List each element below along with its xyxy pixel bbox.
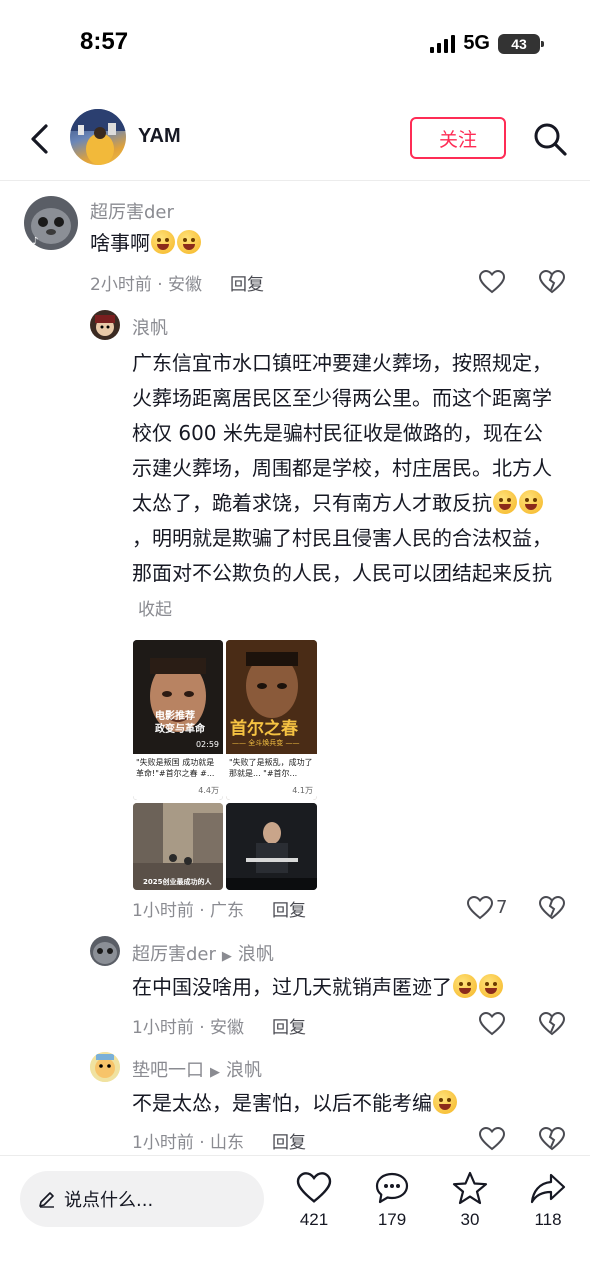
reply-author[interactable]: 垫吧一口 (132, 1060, 204, 1081)
reply-button[interactable]: 回复 (272, 1013, 306, 1038)
reply-arrow-icon: ▶ (210, 1065, 220, 1080)
media-overlay-subtitle: —— 全斗焕兵变 —— (232, 739, 300, 747)
comment-meta: 1小时前 · 安徽 回复 (132, 1013, 306, 1038)
media-thumbnail[interactable]: 电影推荐 政变与革命 02:59 "失败是叛国 成功就是革命!"#首尔之春 #.… (133, 640, 223, 800)
like-count: 421 (299, 1210, 329, 1229)
like-button[interactable] (466, 894, 494, 922)
thinking-emoji-icon (493, 490, 517, 514)
comment-username[interactable]: 超厉害der (90, 198, 174, 224)
dislike-button[interactable] (538, 1010, 566, 1038)
avatar[interactable]: ♪ (24, 196, 78, 250)
battery-icon: 43 (498, 33, 544, 54)
svg-text:♪: ♪ (32, 236, 38, 247)
heart-icon (479, 1012, 505, 1036)
media-overlay-title: 电影推荐 政变与革命 (155, 711, 205, 735)
like-button[interactable] (478, 1010, 506, 1038)
like-count: 7 (496, 897, 508, 918)
comment-meta: 1小时前 · 广东 回复 (132, 896, 306, 921)
media-thumbnail[interactable] (226, 803, 317, 890)
share-button[interactable]: 118 (518, 1168, 578, 1230)
comment-text: 不是太怂，是害怕，以后不能考编 (132, 1086, 458, 1121)
media-duration: 02:59 (195, 740, 219, 749)
broken-heart-icon (539, 270, 565, 294)
dislike-button[interactable] (538, 268, 566, 296)
heart-icon (479, 270, 505, 294)
status-bar: 8:57 5G 43 (0, 0, 590, 90)
media-thumbnail[interactable]: 首尔之春 —— 全斗焕兵变 —— "失败了是叛乱，成功了那就是... "#首尔.… (226, 640, 317, 800)
like-button[interactable] (478, 268, 506, 296)
reply-button[interactable]: 回复 (272, 896, 306, 921)
crying-laugh-emoji-icon (453, 974, 477, 998)
media-caption: "失败是叛国 成功就是革命!"#首尔之春 #... 4.4万 (133, 754, 223, 800)
crying-laugh-emoji-icon (479, 974, 503, 998)
relieved-emoji-icon (433, 1090, 457, 1114)
dislike-button[interactable] (538, 1125, 566, 1153)
comment-text: 广东信宜市水口镇旺冲要建火葬场，按照规定，火葬场距离居民区至少得两公里。而这个距… (132, 351, 552, 620)
broken-heart-icon (539, 1127, 565, 1151)
heart-icon (467, 896, 493, 920)
status-time: 8:57 (80, 28, 129, 55)
reply-author[interactable]: 超厉害der (132, 944, 216, 965)
top-nav: YAM 关注 (0, 105, 590, 173)
heart-icon (479, 1127, 505, 1151)
comment-count: 179 (377, 1210, 407, 1229)
media-overlay-title: 首尔之春 (230, 719, 298, 739)
share-count: 118 (534, 1210, 562, 1229)
search-icon (534, 123, 567, 156)
broken-heart-icon (539, 1012, 565, 1036)
comment-text: 啥事啊 (90, 226, 202, 261)
comment-text: 在中国没啥用，过几天就销声匿迹了 (132, 970, 504, 1005)
media-likes: 4.4万 (198, 786, 219, 795)
follow-button[interactable]: 关注 (410, 117, 506, 159)
reply-arrow-icon: ▶ (221, 949, 232, 964)
reply-target[interactable]: 浪帆 (238, 944, 274, 965)
search-button[interactable] (530, 119, 570, 159)
media-caption: "失败了是叛乱，成功了那就是... "#首尔... 4.1万 (226, 754, 317, 800)
network-label: 5G (463, 32, 490, 54)
chevron-left-icon (31, 124, 48, 154)
collapse-button[interactable]: 收起 (138, 600, 172, 620)
reply-target[interactable]: 浪帆 (226, 1060, 262, 1081)
confused-emoji-icon (519, 490, 543, 514)
status-indicators: 5G 43 (430, 32, 544, 55)
author-avatar[interactable] (70, 109, 126, 165)
comment-input-placeholder: 说点什么... (64, 1190, 154, 1211)
broken-heart-icon (539, 896, 565, 920)
avatar[interactable] (90, 310, 120, 340)
reply-button[interactable]: 回复 (272, 1128, 306, 1153)
comment-button[interactable]: 179 (362, 1168, 422, 1230)
share-arrow-icon (530, 1173, 566, 1204)
bottom-action-bar: 说点什么... 421 179 30 118 (0, 1155, 590, 1280)
media-overlay-title: 2025创业最成功的人 (143, 878, 212, 886)
like-post-button[interactable]: 421 (284, 1168, 344, 1230)
comment-username[interactable]: 浪帆 (132, 314, 168, 340)
comment-meta: 1小时前 · 山东 回复 (132, 1128, 306, 1153)
comment-meta: 2小时前 · 安徽 回复 (90, 270, 264, 295)
dislike-button[interactable] (538, 894, 566, 922)
avatar[interactable] (90, 1052, 120, 1082)
nav-divider (0, 180, 590, 181)
favorite-button[interactable]: 30 (440, 1168, 500, 1230)
star-icon (452, 1171, 488, 1205)
crying-laugh-emoji-icon (151, 230, 175, 254)
avatar[interactable] (90, 936, 120, 966)
author-name[interactable]: YAM (138, 125, 181, 148)
comment-bubble-icon (375, 1172, 409, 1204)
favorite-count: 30 (460, 1210, 480, 1229)
heart-icon (296, 1172, 332, 1203)
media-thumbnail[interactable]: 2025创业最成功的人 (133, 803, 223, 890)
comment-username: 超厉害der ▶ 浪帆 (132, 940, 274, 966)
reply-button[interactable]: 回复 (230, 270, 264, 295)
pencil-icon (39, 1192, 54, 1208)
comment-input[interactable]: 说点什么... (20, 1171, 264, 1227)
attached-media-grid: 电影推荐 政变与革命 02:59 "失败是叛国 成功就是革命!"#首尔之春 #.… (133, 640, 317, 890)
signal-icon (430, 34, 456, 53)
media-likes: 4.1万 (292, 786, 313, 795)
crying-laugh-emoji-icon (177, 230, 201, 254)
back-button[interactable] (24, 119, 54, 159)
comment-username: 垫吧一口 ▶ 浪帆 (132, 1056, 262, 1082)
like-button[interactable] (478, 1125, 506, 1153)
